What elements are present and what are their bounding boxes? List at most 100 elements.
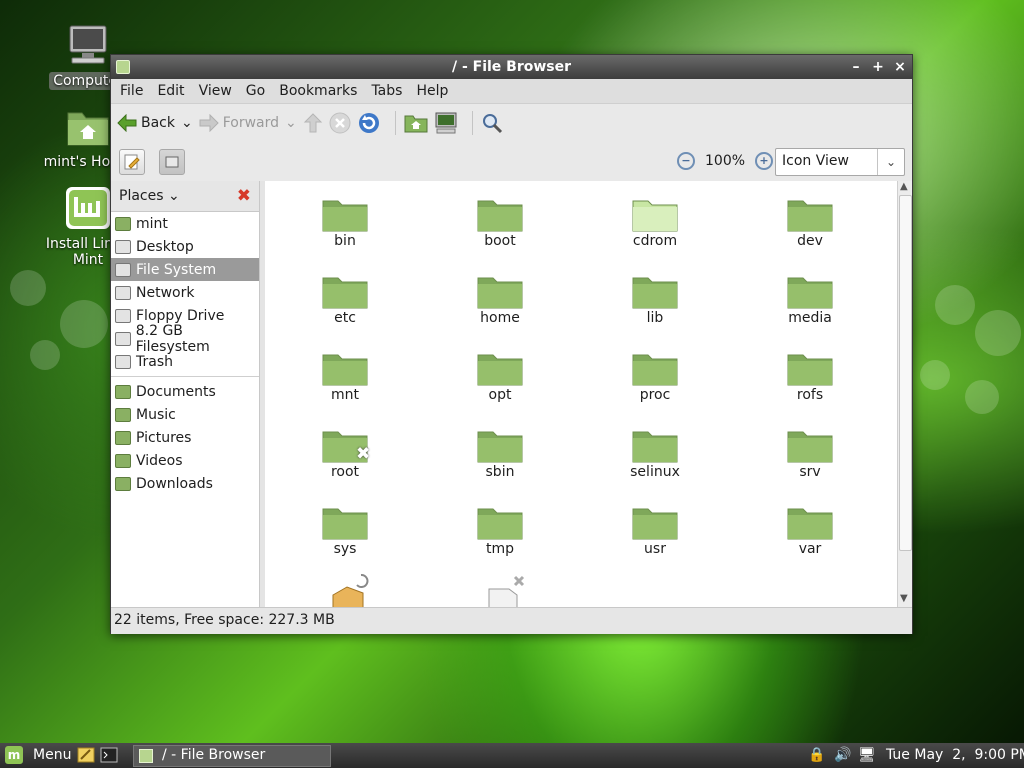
network-icon[interactable]: 🖥 [858,747,876,763]
sidebar-item-desktop[interactable]: Desktop [111,235,259,258]
folder-item-usr[interactable]: usr [590,503,720,557]
vertical-scrollbar[interactable]: ▲ ▼ [897,181,912,607]
menu-go[interactable]: Go [239,83,272,99]
trash-icon [115,354,131,369]
folder-item-selinux[interactable]: selinux [590,426,720,480]
folder-icon [322,508,368,540]
folder-icon [787,508,833,540]
search-button[interactable] [481,112,503,134]
folder-icon [632,431,678,463]
zoom-level: 100% [705,153,746,169]
close-button[interactable]: × [891,58,909,76]
folder-label: tmp [485,541,514,557]
folder-item-sbin[interactable]: sbin [435,426,565,480]
menu-file[interactable]: File [113,83,150,99]
folder-label: bin [334,233,356,249]
folder-item-srv[interactable]: srv [745,426,875,480]
sidebar-item-mint[interactable]: mint [111,212,259,235]
file-item-partial[interactable] [439,573,569,607]
minimize-button[interactable]: – [847,58,865,76]
scroll-up-icon[interactable]: ▲ [900,181,908,192]
folder-item-opt[interactable]: opt [435,349,565,403]
menu-bookmarks[interactable]: Bookmarks [272,83,364,99]
lock-icon[interactable]: 🔒 [808,747,825,763]
volume-icon[interactable]: 🔊 [834,747,851,763]
folder-item-boot[interactable]: boot [435,195,565,249]
folder-item-cdrom[interactable]: cdrom [590,195,720,249]
folder-label: var [798,541,822,557]
menu-help[interactable]: Help [409,83,455,99]
folder-item-lib[interactable]: lib [590,272,720,326]
folder-label: etc [334,310,356,326]
folder-item-sys[interactable]: sys [280,503,410,557]
sidebar-item-music[interactable]: Music [111,403,259,426]
back-history-dropdown[interactable]: ⌄ [181,115,193,131]
folder-icon [115,407,131,422]
menu-view[interactable]: View [192,83,239,99]
forward-history-dropdown[interactable]: ⌄ [285,115,297,131]
folder-item-tmp[interactable]: tmp [435,503,565,557]
up-button[interactable] [303,113,323,133]
folder-item-var[interactable]: var [745,503,875,557]
folder-item-etc[interactable]: etc [280,272,410,326]
reload-button[interactable] [357,111,381,135]
menu-button[interactable]: Menu [33,747,71,763]
sidebar-item-documents[interactable]: Documents [111,380,259,403]
folder-label: usr [644,541,666,557]
folder-item-bin[interactable]: bin [280,195,410,249]
folder-icon [632,277,678,309]
folder-icon [632,508,678,540]
folder-item-proc[interactable]: proc [590,349,720,403]
scrollbar-thumb[interactable] [899,195,912,551]
location-toggle-button[interactable] [119,149,145,175]
folder-label: srv [799,464,821,480]
clock[interactable]: Tue May 2, 9:00 PM [886,747,1024,763]
sidebar-item-videos[interactable]: Videos [111,449,259,472]
zoom-in-icon[interactable]: + [755,152,774,170]
folder-icon [477,200,523,232]
folder-label: media [788,310,832,326]
maximize-button[interactable]: + [869,58,887,76]
title-bar[interactable]: / - File Browser – + × [111,55,912,79]
folder-label: opt [488,387,512,403]
sidebar-header: Places ⌄ ✖ [111,181,259,212]
menu-edit[interactable]: Edit [150,83,191,99]
desktop-icon [115,239,131,254]
zoom-controls: − 100% + [667,152,783,170]
folder-item-media[interactable]: media [745,272,875,326]
close-sidebar-icon[interactable]: ✖ [237,186,251,206]
folder-item-root[interactable]: ✖ root [280,426,410,480]
scroll-down-icon[interactable]: ▼ [900,593,908,604]
folder-item-home[interactable]: home [435,272,565,326]
menu-tabs[interactable]: Tabs [364,83,409,99]
forward-arrow-icon [199,114,219,132]
back-button[interactable]: Back [117,114,175,132]
floppy-icon [115,308,131,323]
text-editor-launcher-icon[interactable] [77,747,95,763]
sidebar-item-file-system[interactable]: File System [111,258,259,281]
taskbar-window-button[interactable]: / - File Browser [133,745,331,767]
folder-label: home [480,310,520,326]
sidebar-item-network[interactable]: Network [111,281,259,304]
stop-button[interactable] [329,112,351,134]
folder-icon [477,277,523,309]
zoom-out-icon[interactable]: − [677,152,695,170]
places-dropdown[interactable]: Places ⌄ [119,188,180,204]
folder-item-dev[interactable]: dev [745,195,875,249]
toolbar: Back ⌄ Forward ⌄ [111,104,912,142]
sidebar-item-pictures[interactable]: Pictures [111,426,259,449]
path-bar-button[interactable] [159,149,185,175]
forward-button[interactable]: Forward [199,114,279,132]
folder-item-rofs[interactable]: rofs [745,349,875,403]
sidebar-item-downloads[interactable]: Downloads [111,472,259,495]
folder-item-mnt[interactable]: mnt [280,349,410,403]
sidebar-item-filesystem-8gb[interactable]: 8.2 GB Filesystem [111,323,259,355]
icon-view: bin boot cdrom dev etc home lib media mnt opt proc… [265,181,897,607]
mint-menu-icon[interactable]: m [5,746,23,764]
terminal-launcher-icon[interactable] [100,747,118,763]
computer-button[interactable] [434,112,458,134]
home-button[interactable] [404,113,428,133]
file-item-partial[interactable] [285,573,415,607]
view-mode-select[interactable]: Icon View ⌄ [775,148,905,176]
folder-icon [632,200,678,232]
